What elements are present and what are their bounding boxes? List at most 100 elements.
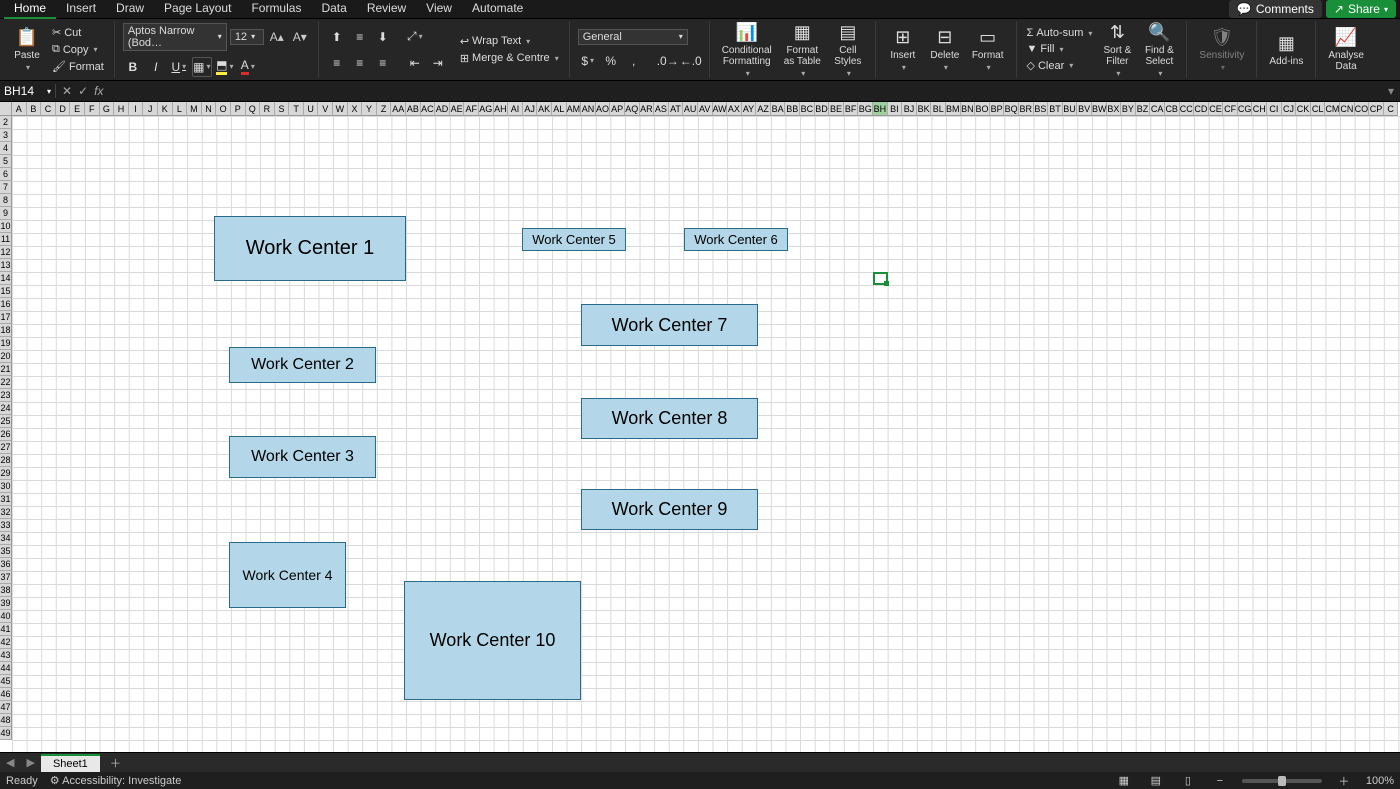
row-header[interactable]: 42: [0, 636, 12, 649]
column-header[interactable]: BZ: [1136, 102, 1151, 116]
row-header[interactable]: 36: [0, 558, 12, 571]
font-color-button[interactable]: A: [238, 57, 258, 77]
font-name-dropdown[interactable]: Aptos Narrow (Bod…▾: [123, 23, 227, 51]
menu-tab-formulas[interactable]: Formulas: [241, 0, 311, 19]
shape-work-center[interactable]: Work Center 4: [229, 542, 346, 608]
row-header[interactable]: 47: [0, 701, 12, 714]
cell-styles-button[interactable]: ▤Cell Styles: [829, 20, 867, 80]
wrap-text-button[interactable]: ↩Wrap Text: [458, 34, 561, 49]
column-header[interactable]: J: [143, 102, 158, 116]
column-header[interactable]: P: [231, 102, 246, 116]
shape-work-center[interactable]: Work Center 6: [684, 228, 788, 251]
shape-work-center[interactable]: Work Center 3: [229, 436, 376, 478]
format-as-table-button[interactable]: ▦Format as Table: [780, 20, 825, 80]
row-header[interactable]: 11: [0, 233, 12, 246]
format-painter-button[interactable]: 🖌Format: [50, 59, 106, 74]
row-header[interactable]: 43: [0, 649, 12, 662]
column-header[interactable]: CM: [1325, 102, 1340, 116]
row-header[interactable]: 48: [0, 714, 12, 727]
row-header[interactable]: 34: [0, 532, 12, 545]
shape-work-center[interactable]: Work Center 10: [404, 581, 581, 700]
row-header[interactable]: 5: [0, 155, 12, 168]
decrease-font-button[interactable]: A▾: [290, 27, 310, 47]
align-right-button[interactable]: ≡: [373, 53, 393, 73]
zoom-level[interactable]: 100%: [1366, 775, 1394, 787]
column-header[interactable]: CB: [1165, 102, 1180, 116]
column-header[interactable]: AE: [450, 102, 465, 116]
row-header[interactable]: 27: [0, 441, 12, 454]
row-header[interactable]: 6: [0, 168, 12, 181]
column-header[interactable]: BH: [873, 102, 888, 116]
column-header[interactable]: BG: [858, 102, 873, 116]
menu-tab-home[interactable]: Home: [4, 0, 56, 19]
column-header[interactable]: CN: [1340, 102, 1355, 116]
column-header[interactable]: CL: [1311, 102, 1326, 116]
column-header[interactable]: L: [173, 102, 188, 116]
column-header[interactable]: K: [158, 102, 173, 116]
merge-center-button[interactable]: ⊞Merge & Centre: [458, 51, 561, 66]
row-header[interactable]: 33: [0, 519, 12, 532]
column-header[interactable]: BC: [800, 102, 815, 116]
row-header[interactable]: 22: [0, 376, 12, 389]
column-header[interactable]: AW: [713, 102, 728, 116]
column-header[interactable]: Y: [362, 102, 377, 116]
column-header[interactable]: CG: [1238, 102, 1253, 116]
column-header[interactable]: BM: [946, 102, 961, 116]
column-header[interactable]: BQ: [1004, 102, 1019, 116]
row-header[interactable]: 10: [0, 220, 12, 233]
column-header[interactable]: H: [114, 102, 129, 116]
column-header[interactable]: AC: [421, 102, 436, 116]
column-header[interactable]: AQ: [625, 102, 640, 116]
row-header[interactable]: 49: [0, 727, 12, 740]
column-header[interactable]: BL: [931, 102, 946, 116]
column-header[interactable]: BD: [815, 102, 830, 116]
conditional-formatting-button[interactable]: 📊Conditional Formatting: [718, 20, 776, 80]
align-middle-button[interactable]: ≡: [350, 27, 370, 47]
column-header[interactable]: AH: [494, 102, 509, 116]
column-header[interactable]: BB: [785, 102, 800, 116]
row-header[interactable]: 28: [0, 454, 12, 467]
row-header[interactable]: 13: [0, 259, 12, 272]
column-header[interactable]: AF: [464, 102, 479, 116]
zoom-slider-thumb[interactable]: [1278, 776, 1286, 786]
column-header[interactable]: U: [304, 102, 319, 116]
column-header[interactable]: AS: [654, 102, 669, 116]
fill-button[interactable]: ▼Fill: [1025, 42, 1095, 56]
formula-bar-expand[interactable]: ▾: [1382, 84, 1400, 98]
column-header[interactable]: C: [41, 102, 56, 116]
column-header[interactable]: CH: [1252, 102, 1267, 116]
row-header[interactable]: 4: [0, 142, 12, 155]
sort-filter-button[interactable]: ⇅Sort & Filter: [1098, 20, 1136, 80]
column-header[interactable]: BV: [1077, 102, 1092, 116]
select-all-corner[interactable]: [0, 102, 12, 116]
column-header[interactable]: Z: [377, 102, 392, 116]
menu-tab-view[interactable]: View: [416, 0, 462, 19]
decrease-indent-button[interactable]: ⇤: [405, 53, 425, 73]
decrease-decimal-button[interactable]: ←.0: [681, 51, 701, 71]
row-header[interactable]: 24: [0, 402, 12, 415]
column-header[interactable]: AN: [581, 102, 596, 116]
fill-color-button[interactable]: ⬒: [215, 57, 235, 77]
align-center-button[interactable]: ≡: [350, 53, 370, 73]
column-header[interactable]: BI: [888, 102, 903, 116]
borders-button[interactable]: ▦: [192, 57, 212, 77]
column-header[interactable]: CK: [1296, 102, 1311, 116]
row-header[interactable]: 21: [0, 363, 12, 376]
paste-button[interactable]: 📋 Paste: [8, 25, 46, 74]
column-header[interactable]: CO: [1355, 102, 1370, 116]
cut-button[interactable]: ✂Cut: [50, 25, 106, 40]
align-left-button[interactable]: ≡: [327, 53, 347, 73]
row-header[interactable]: 37: [0, 571, 12, 584]
column-header[interactable]: BE: [829, 102, 844, 116]
column-header[interactable]: BF: [844, 102, 859, 116]
column-header[interactable]: BJ: [902, 102, 917, 116]
column-header[interactable]: O: [216, 102, 231, 116]
copy-button[interactable]: ⧉Copy: [50, 42, 106, 57]
row-header[interactable]: 26: [0, 428, 12, 441]
zoom-out-button[interactable]: −: [1210, 775, 1230, 787]
column-header[interactable]: T: [289, 102, 304, 116]
column-header[interactable]: BN: [961, 102, 976, 116]
column-header[interactable]: A: [12, 102, 27, 116]
cell-grid[interactable]: Work Center 1Work Center 5Work Center 6W…: [12, 116, 1400, 752]
zoom-in-button[interactable]: ＋: [1334, 773, 1354, 789]
